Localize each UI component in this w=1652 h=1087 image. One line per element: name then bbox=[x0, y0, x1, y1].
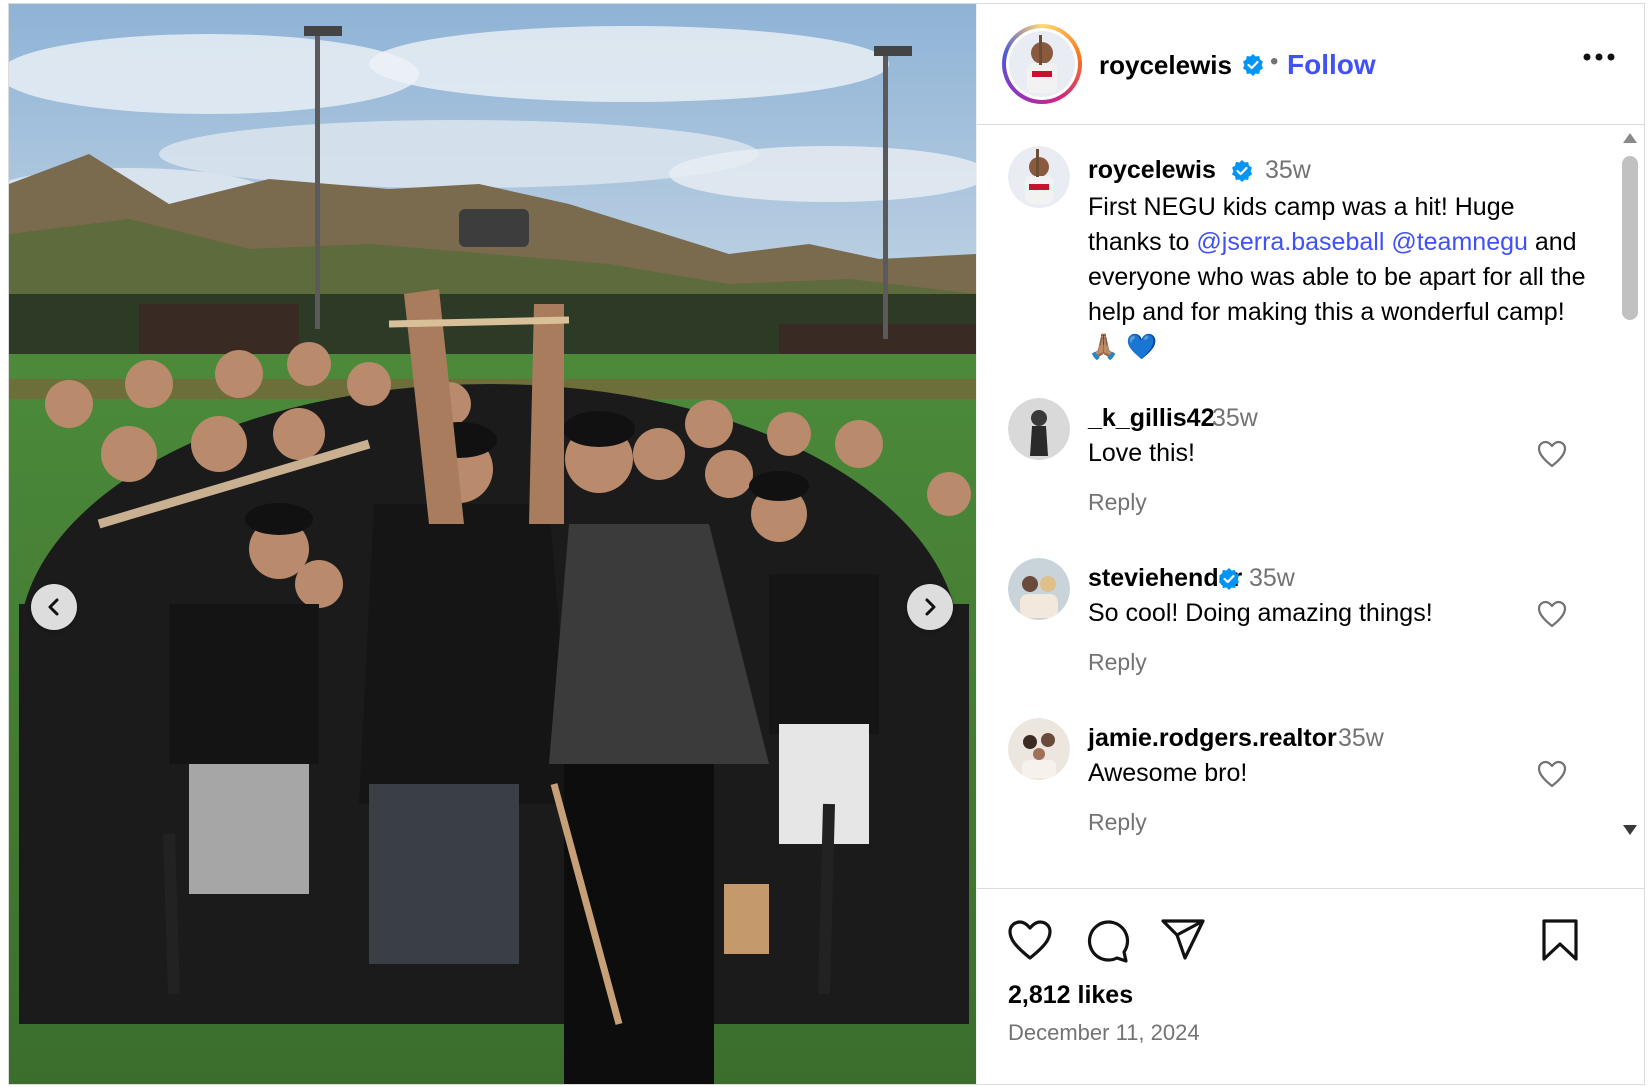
more-options-icon[interactable] bbox=[1582, 52, 1616, 62]
follow-button[interactable]: Follow bbox=[1287, 49, 1376, 81]
author-avatar[interactable] bbox=[1002, 24, 1082, 104]
comment-icon[interactable] bbox=[1084, 918, 1130, 964]
author-username[interactable]: roycelewis bbox=[1099, 50, 1232, 81]
heart-icon[interactable] bbox=[1537, 440, 1567, 468]
reply-button[interactable]: Reply bbox=[1088, 649, 1147, 676]
comment-timestamp[interactable]: 35w bbox=[1338, 724, 1384, 753]
photo-scene bbox=[9, 4, 976, 1084]
bookmark-icon[interactable] bbox=[1541, 918, 1579, 962]
separator-dot: • bbox=[1270, 48, 1279, 75]
comment-text: Awesome bro! bbox=[1088, 759, 1248, 787]
caption-username[interactable]: roycelewis bbox=[1088, 156, 1216, 185]
chevron-left-icon bbox=[48, 598, 59, 616]
comment-timestamp[interactable]: 35w bbox=[1212, 404, 1258, 433]
verified-badge-icon bbox=[1243, 54, 1263, 76]
caption-avatar[interactable] bbox=[1008, 146, 1070, 208]
post-date[interactable]: December 11, 2024 bbox=[1008, 1020, 1200, 1046]
scroll-up-arrow-icon[interactable] bbox=[1622, 132, 1638, 144]
share-icon[interactable] bbox=[1160, 918, 1206, 962]
reply-button[interactable]: Reply bbox=[1088, 489, 1147, 516]
post-side-panel: roycelewis • Follow roycelewis 35w First… bbox=[976, 4, 1644, 1084]
post-photo[interactable] bbox=[9, 4, 976, 1084]
comment-text: So cool! Doing amazing things! bbox=[1088, 599, 1433, 627]
comments-list[interactable]: roycelewis 35w First NEGU kids camp was … bbox=[977, 126, 1644, 886]
post-window: roycelewis • Follow roycelewis 35w First… bbox=[8, 3, 1645, 1085]
next-photo-button[interactable] bbox=[907, 584, 953, 630]
mention-teamnegu[interactable]: @teamnegu bbox=[1391, 228, 1528, 256]
caption-text: First NEGU kids camp was a hit! Huge tha… bbox=[1088, 190, 1588, 365]
comment-timestamp[interactable]: 35w bbox=[1249, 564, 1295, 593]
commenter-avatar[interactable] bbox=[1008, 558, 1070, 620]
previous-photo-button[interactable] bbox=[31, 584, 77, 630]
verified-badge-icon bbox=[1232, 160, 1252, 182]
heart-icon[interactable] bbox=[1537, 760, 1567, 788]
verified-badge-icon bbox=[1219, 568, 1239, 590]
mention-jserra-baseball[interactable]: @jserra.baseball bbox=[1196, 228, 1384, 256]
commenter-username[interactable]: jamie.rodgers.realtor bbox=[1088, 724, 1337, 753]
heart-icon[interactable] bbox=[1007, 919, 1053, 961]
caption-avatar-image bbox=[1008, 146, 1070, 208]
commenter-avatar[interactable] bbox=[1008, 398, 1070, 460]
comment-item: jamie.rodgers.realtor 35w Awesome bro! R… bbox=[977, 718, 1644, 868]
commenter-username[interactable]: _k_gillis42 bbox=[1088, 404, 1214, 433]
post-actions: 2,812 likes December 11, 2024 bbox=[977, 888, 1644, 1084]
comment-item: _k_gillis42 35w Love this! Reply bbox=[977, 398, 1644, 548]
commenter-avatar[interactable] bbox=[1008, 718, 1070, 780]
post-header: roycelewis • Follow bbox=[977, 4, 1644, 125]
comment-item: steviehender 35w So cool! Doing amazing … bbox=[977, 558, 1644, 708]
commenter-avatar-image bbox=[1008, 398, 1070, 460]
chevron-right-icon bbox=[925, 598, 936, 616]
commenter-avatar-image bbox=[1008, 718, 1070, 780]
caption-timestamp[interactable]: 35w bbox=[1265, 156, 1311, 185]
scroll-down-arrow-icon[interactable] bbox=[1622, 824, 1638, 836]
reply-button[interactable]: Reply bbox=[1088, 809, 1147, 836]
heart-icon[interactable] bbox=[1537, 600, 1567, 628]
comment-text: Love this! bbox=[1088, 439, 1196, 467]
likes-count[interactable]: 2,812 likes bbox=[1008, 981, 1133, 1010]
author-avatar-image bbox=[1009, 31, 1075, 97]
commenter-avatar-image bbox=[1008, 558, 1070, 620]
comments-scrollbar[interactable] bbox=[1620, 126, 1640, 886]
scrollbar-thumb[interactable] bbox=[1622, 156, 1638, 320]
